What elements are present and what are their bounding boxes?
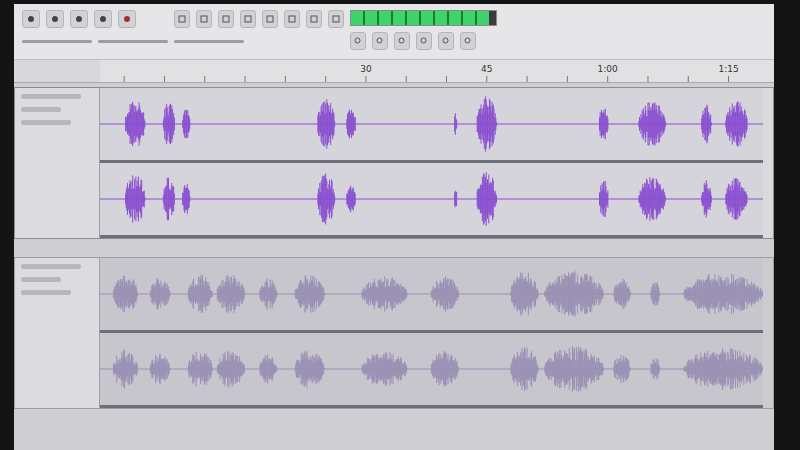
control-icon: [75, 15, 83, 23]
transport-group: [22, 8, 168, 49]
audio-channel[interactable]: [100, 258, 763, 333]
transport-button[interactable]: [46, 10, 64, 28]
zoom-button[interactable]: [372, 32, 388, 50]
control-icon: [99, 15, 107, 23]
zoom-button[interactable]: [438, 32, 454, 50]
playback-meter: [350, 10, 497, 26]
gain-slider[interactable]: [21, 107, 61, 112]
tool-button[interactable]: [328, 10, 344, 28]
tool-button[interactable]: [262, 10, 278, 28]
volume-slider[interactable]: [22, 40, 92, 43]
audio-channel[interactable]: [100, 333, 763, 408]
zoom-icon: [354, 37, 362, 45]
tool-button[interactable]: [306, 10, 322, 28]
gain-slider[interactable]: [21, 277, 61, 282]
zoom-button[interactable]: [350, 32, 366, 50]
ruler-scale: [100, 60, 764, 82]
track-name-bar[interactable]: [21, 94, 81, 99]
tool-button[interactable]: [218, 10, 234, 28]
waveform: [100, 88, 763, 160]
zoom-icon: [398, 37, 406, 45]
pan-slider[interactable]: [21, 120, 71, 125]
track-control-panel: [15, 258, 100, 408]
timeline-ruler[interactable]: 30 45 1:00 1:15: [14, 60, 774, 83]
tool-icon: [178, 15, 186, 23]
tool-button[interactable]: [196, 10, 212, 28]
ruler-tick-label: 1:15: [718, 64, 738, 74]
tool-icon: [332, 15, 340, 23]
meter-fill: [351, 11, 489, 25]
waveform: [100, 258, 763, 330]
audio-channel[interactable]: [100, 163, 763, 238]
control-icon: [123, 15, 131, 23]
audio-channel[interactable]: [100, 88, 763, 163]
tool-icon: [244, 15, 252, 23]
zoom-icon: [420, 37, 428, 45]
zoom-button[interactable]: [416, 32, 432, 50]
tool-button[interactable]: [174, 10, 190, 28]
waveform: [100, 333, 763, 405]
audio-editor-window: 30 45 1:00 1:15: [14, 4, 774, 450]
ruler-tick-label: 30: [360, 64, 371, 74]
zoom-icon: [376, 37, 384, 45]
audio-track[interactable]: [14, 87, 774, 239]
transport-button[interactable]: [70, 10, 88, 28]
transport-button[interactable]: [94, 10, 112, 28]
tool-icon: [200, 15, 208, 23]
meter-group: [350, 8, 497, 50]
audio-track[interactable]: [14, 257, 774, 409]
track-control-panel: [15, 88, 100, 238]
toolbar: [14, 4, 774, 60]
zoom-icon: [464, 37, 472, 45]
input-slider[interactable]: [174, 40, 244, 43]
zoom-button[interactable]: [394, 32, 410, 50]
transport-button[interactable]: [118, 10, 136, 28]
tool-icon: [310, 15, 318, 23]
tool-button[interactable]: [284, 10, 300, 28]
zoom-icon: [442, 37, 450, 45]
tools-group: [174, 8, 344, 49]
waveform: [100, 163, 763, 235]
tool-icon: [222, 15, 230, 23]
transport-button[interactable]: [22, 10, 40, 28]
tool-icon: [266, 15, 274, 23]
track-name-bar[interactable]: [21, 264, 81, 269]
ruler-tick-label: 1:00: [598, 64, 618, 74]
track-list: [14, 83, 774, 450]
speed-slider[interactable]: [98, 40, 168, 43]
tool-icon: [288, 15, 296, 23]
zoom-button[interactable]: [460, 32, 476, 50]
monitor-bezel: 30 45 1:00 1:15: [0, 0, 800, 450]
control-icon: [27, 15, 35, 23]
pan-slider[interactable]: [21, 290, 71, 295]
ruler-tick-label: 45: [481, 64, 492, 74]
control-icon: [51, 15, 59, 23]
tool-button[interactable]: [240, 10, 256, 28]
